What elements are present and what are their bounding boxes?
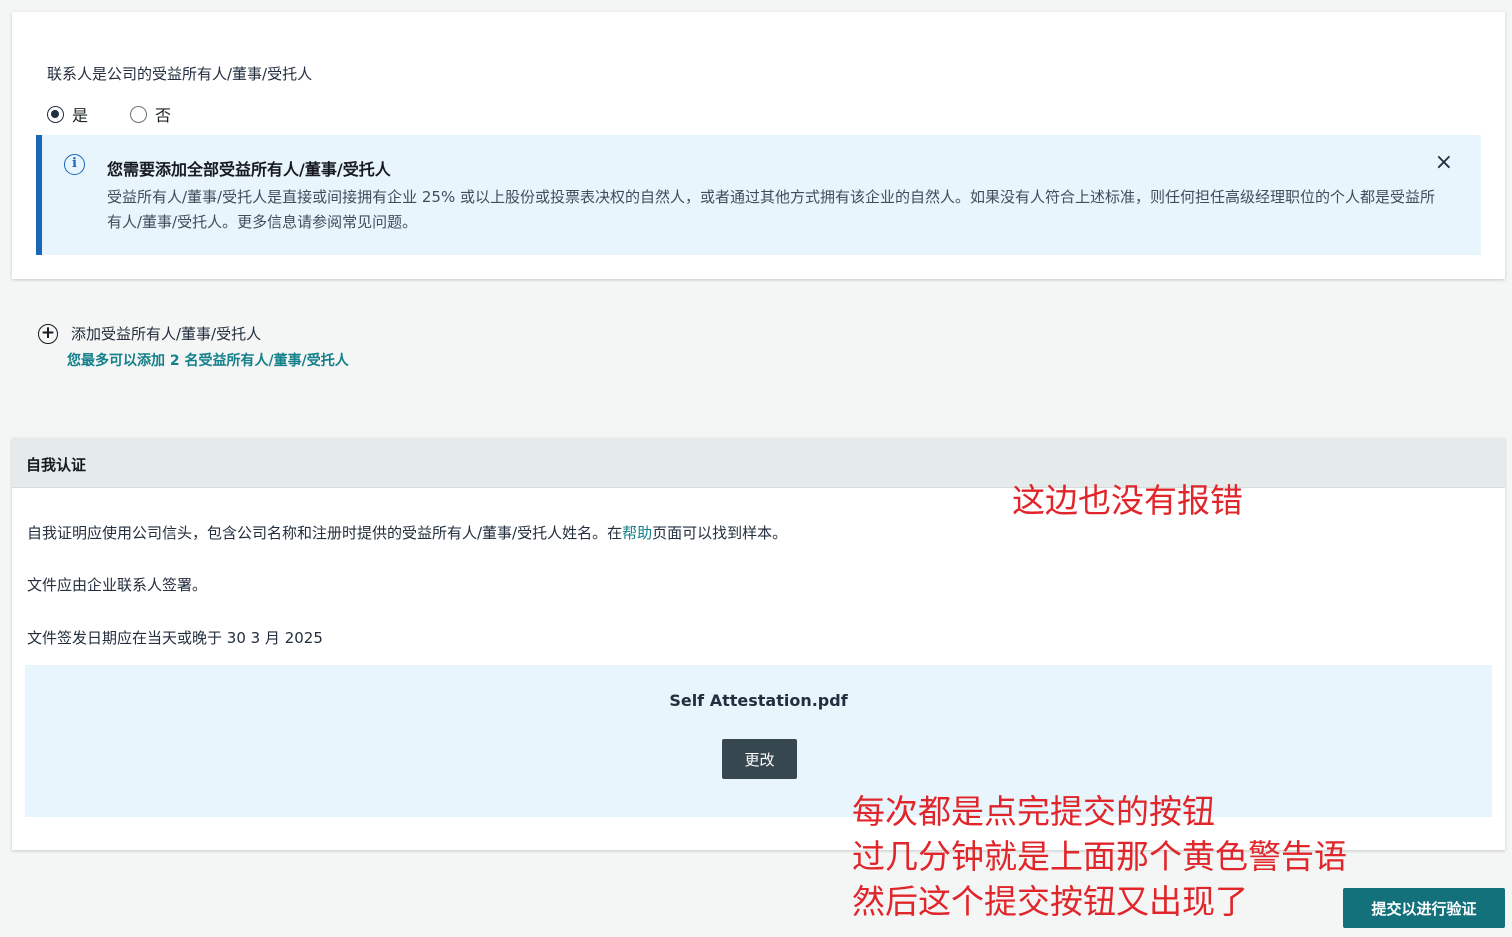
- self-attestation-instructions: 自我证明应使用公司信头，包含公司名称和注册时提供的受益所有人/董事/受托人姓名。…: [27, 522, 787, 543]
- radio-option-no[interactable]: 否: [130, 102, 171, 126]
- radio-yes-label: 是: [72, 106, 89, 125]
- instructions-text-prefix: 自我证明应使用公司信头，包含公司名称和注册时提供的受益所有人/董事/受托人姓名。…: [27, 524, 623, 542]
- radio-option-yes[interactable]: 是: [47, 102, 88, 126]
- change-file-button[interactable]: 更改: [722, 739, 797, 779]
- date-requirement: 文件签发日期应在当天或晚于 30 3 月 2025: [27, 629, 323, 647]
- close-icon[interactable]: ×: [1435, 151, 1453, 175]
- signature-requirement: 文件应由企业联系人签署。: [27, 576, 208, 594]
- annotation-no-error: 这边也没有报错: [1012, 481, 1243, 520]
- info-alert-body: 受益所有人/董事/受托人是直接或间接拥有企业 25% 或以上股份或投票表决权的自…: [107, 188, 1435, 231]
- annotation-line-1: 每次都是点完提交的按钮: [852, 792, 1215, 831]
- owner-question-label: 联系人是公司的受益所有人/董事/受托人: [47, 65, 313, 83]
- add-owner-hint: 您最多可以添加 2 名受益所有人/董事/受托人: [67, 353, 349, 369]
- self-attestation-title: 自我认证: [26, 456, 87, 474]
- radio-no-unchecked[interactable]: [130, 105, 148, 123]
- add-owner-label: 添加受益所有人/董事/受托人: [71, 325, 262, 343]
- add-owner-button[interactable]: + 添加受益所有人/董事/受托人: [38, 323, 261, 344]
- annotation-line-2: 过几分钟就是上面那个黄色警告语: [852, 837, 1347, 876]
- owner-radio-group: 是 否: [47, 102, 213, 126]
- radio-no-label: 否: [155, 106, 172, 125]
- self-attestation-card: 自我认证 自我证明应使用公司信头，包含公司名称和注册时提供的受益所有人/董事/受…: [12, 438, 1505, 850]
- submit-for-verification-button[interactable]: 提交以进行验证: [1343, 888, 1505, 928]
- info-alert: i 您需要添加全部受益所有人/董事/受托人 受益所有人/董事/受托人是直接或间接…: [36, 135, 1481, 255]
- plus-circle-icon: +: [38, 323, 58, 344]
- upload-area: Self Attestation.pdf 更改: [25, 665, 1492, 817]
- uploaded-file-name: Self Attestation.pdf: [669, 691, 848, 710]
- radio-yes-checked[interactable]: [47, 105, 64, 123]
- owner-question-card: 联系人是公司的受益所有人/董事/受托人 是 否 i 您需要添加全部受益所有人/董…: [12, 12, 1505, 279]
- instructions-text-suffix: 页面可以找到样本。: [652, 524, 788, 542]
- help-link[interactable]: 帮助: [622, 524, 652, 542]
- info-alert-title: 您需要添加全部受益所有人/董事/受托人: [107, 160, 391, 179]
- page: 联系人是公司的受益所有人/董事/受托人 是 否 i 您需要添加全部受益所有人/董…: [0, 0, 1512, 937]
- info-icon: i: [64, 154, 85, 175]
- annotation-line-3: 然后这个提交按钮又出现了: [852, 882, 1248, 921]
- self-attestation-header: 自我认证: [12, 438, 1505, 488]
